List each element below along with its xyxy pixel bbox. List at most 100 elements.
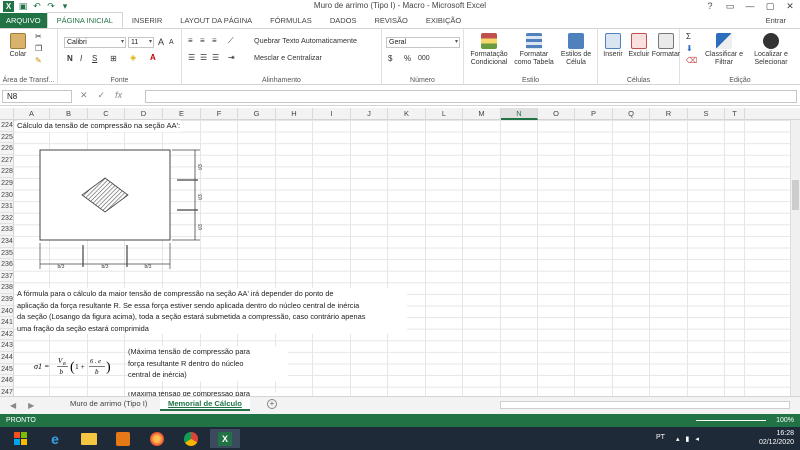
column-header[interactable]: T (725, 108, 745, 120)
grow-font-button[interactable]: A (158, 37, 164, 47)
row-header[interactable]: 234 (0, 236, 14, 248)
column-header[interactable]: S (688, 108, 725, 120)
paste-button[interactable]: Colar (6, 33, 30, 59)
row-header[interactable]: 236 (0, 259, 14, 271)
underline-button[interactable]: S (92, 54, 97, 64)
taskbar-firefox[interactable] (142, 429, 172, 448)
column-header[interactable]: D (125, 108, 163, 120)
row-header[interactable]: 240 (0, 306, 14, 318)
row-header[interactable]: 242 (0, 329, 14, 341)
align-middle-icon[interactable]: ≡ (200, 36, 205, 46)
taskbar-explorer[interactable] (74, 429, 104, 448)
wrap-text-button[interactable]: Quebrar Texto Automaticamente (254, 36, 357, 46)
column-header[interactable]: E (163, 108, 201, 120)
tab-arquivo[interactable]: ARQUIVO (0, 13, 47, 28)
worksheet-grid[interactable]: Cálculo da tensão de compressão na seção… (14, 120, 800, 396)
row-header[interactable]: 235 (0, 248, 14, 260)
tray-arrow-icon[interactable]: ▴ (676, 435, 680, 443)
sheet-tab-memorial[interactable]: Memorial de Cálculo (160, 397, 250, 411)
undo-icon[interactable]: ↶ (32, 1, 42, 12)
orientation-icon[interactable]: ⟋ (228, 36, 234, 46)
insert-cells-button[interactable]: Inserir (600, 33, 626, 59)
sign-in-link[interactable]: Entrar (766, 16, 786, 25)
column-header[interactable]: F (201, 108, 238, 120)
conditional-formatting-button[interactable]: Formatação Condicional (468, 33, 510, 67)
customize-qat-icon[interactable]: ▾ (60, 1, 70, 12)
next-sheet-icon[interactable]: ▶ (28, 401, 34, 410)
row-header[interactable]: 227 (0, 155, 14, 167)
vertical-scrollbar[interactable] (790, 120, 800, 396)
percent-button[interactable]: % (404, 54, 411, 64)
name-box[interactable]: N8 (2, 90, 72, 103)
zoom-slider[interactable] (696, 420, 766, 421)
column-header[interactable]: K (388, 108, 426, 120)
font-name-combo[interactable]: Calibri ▾ (64, 37, 126, 48)
language-indicator[interactable]: PT (656, 434, 665, 441)
currency-icon[interactable]: $ (388, 54, 392, 64)
find-select-button[interactable]: Localizar e Selecionar (746, 33, 796, 67)
taskbar-excel[interactable]: X (210, 429, 240, 448)
row-header[interactable]: 228 (0, 166, 14, 178)
row-header[interactable]: 237 (0, 271, 14, 283)
column-header[interactable]: G (238, 108, 276, 120)
font-color-icon[interactable]: A (150, 53, 156, 63)
vertical-scroll-thumb[interactable] (792, 180, 799, 210)
confirm-entry-icon[interactable]: ✓ (98, 90, 106, 101)
tab-exibicao[interactable]: EXIBIÇÃO (417, 13, 470, 28)
insert-function-button[interactable]: fx (115, 90, 122, 101)
italic-button[interactable]: I (80, 54, 82, 64)
row-header[interactable]: 245 (0, 364, 14, 376)
align-left-icon[interactable]: ☰ (188, 53, 195, 63)
tab-pagina-inicial[interactable]: PÁGINA INICIAL (46, 12, 123, 28)
cell-styles-button[interactable]: Estilos de Célula (558, 33, 594, 67)
clock[interactable]: 16:28 02/12/2020 (759, 429, 794, 447)
clear-icon[interactable]: ⌫ (686, 56, 697, 66)
sort-filter-button[interactable]: Classificar e Filtrar (704, 33, 744, 67)
row-header[interactable]: 231 (0, 201, 14, 213)
taskbar-media[interactable] (108, 429, 138, 448)
start-button[interactable] (6, 429, 36, 448)
column-header[interactable]: J (351, 108, 388, 120)
fill-color-icon[interactable]: ◈ (130, 53, 136, 63)
shrink-font-button[interactable]: A (169, 38, 174, 48)
row-header[interactable]: 224 (0, 120, 14, 132)
excel-logo-icon[interactable]: X (3, 1, 14, 12)
column-header[interactable]: I (313, 108, 351, 120)
taskbar-ie[interactable]: e (40, 429, 70, 448)
column-header[interactable]: Q (613, 108, 650, 120)
close-button[interactable]: ✕ (780, 0, 800, 13)
horizontal-scrollbar[interactable] (500, 401, 790, 409)
network-icon[interactable]: ▮ (686, 435, 690, 443)
copy-icon[interactable]: ❐ (35, 44, 42, 54)
row-header[interactable]: 244 (0, 352, 14, 364)
column-header[interactable]: P (575, 108, 613, 120)
bold-button[interactable]: N (67, 54, 73, 64)
add-sheet-icon[interactable]: + (267, 399, 277, 409)
column-header[interactable]: C (88, 108, 125, 120)
number-format-combo[interactable]: Geral ▾ (386, 37, 460, 48)
row-header[interactable]: 229 (0, 178, 14, 190)
cancel-entry-icon[interactable]: ✕ (80, 90, 88, 101)
tab-revisao[interactable]: REVISÃO (365, 13, 416, 28)
borders-icon[interactable]: ⊞ (110, 54, 117, 64)
row-header[interactable]: 230 (0, 190, 14, 202)
row-header[interactable]: 238 (0, 282, 14, 294)
row-header[interactable]: 226 (0, 143, 14, 155)
column-header[interactable]: L (426, 108, 463, 120)
column-header[interactable]: H (276, 108, 313, 120)
format-cells-button[interactable]: Formatar (652, 33, 680, 59)
align-top-icon[interactable]: ≡ (188, 36, 193, 46)
row-header[interactable]: 225 (0, 132, 14, 144)
save-icon[interactable]: ▣ (18, 1, 28, 12)
column-header[interactable]: O (538, 108, 575, 120)
tab-dados[interactable]: DADOS (321, 13, 366, 28)
cut-icon[interactable]: ✂ (35, 32, 42, 42)
taskbar-chrome[interactable] (176, 429, 206, 448)
row-header[interactable]: 241 (0, 317, 14, 329)
column-header[interactable]: A (14, 108, 50, 120)
delete-cells-button[interactable]: Excluir (626, 33, 652, 59)
autosum-icon[interactable]: Σ (686, 32, 691, 42)
redo-icon[interactable]: ↷ (46, 1, 56, 12)
maximize-button[interactable]: ▢ (760, 0, 780, 13)
tab-inserir[interactable]: INSERIR (123, 13, 171, 28)
